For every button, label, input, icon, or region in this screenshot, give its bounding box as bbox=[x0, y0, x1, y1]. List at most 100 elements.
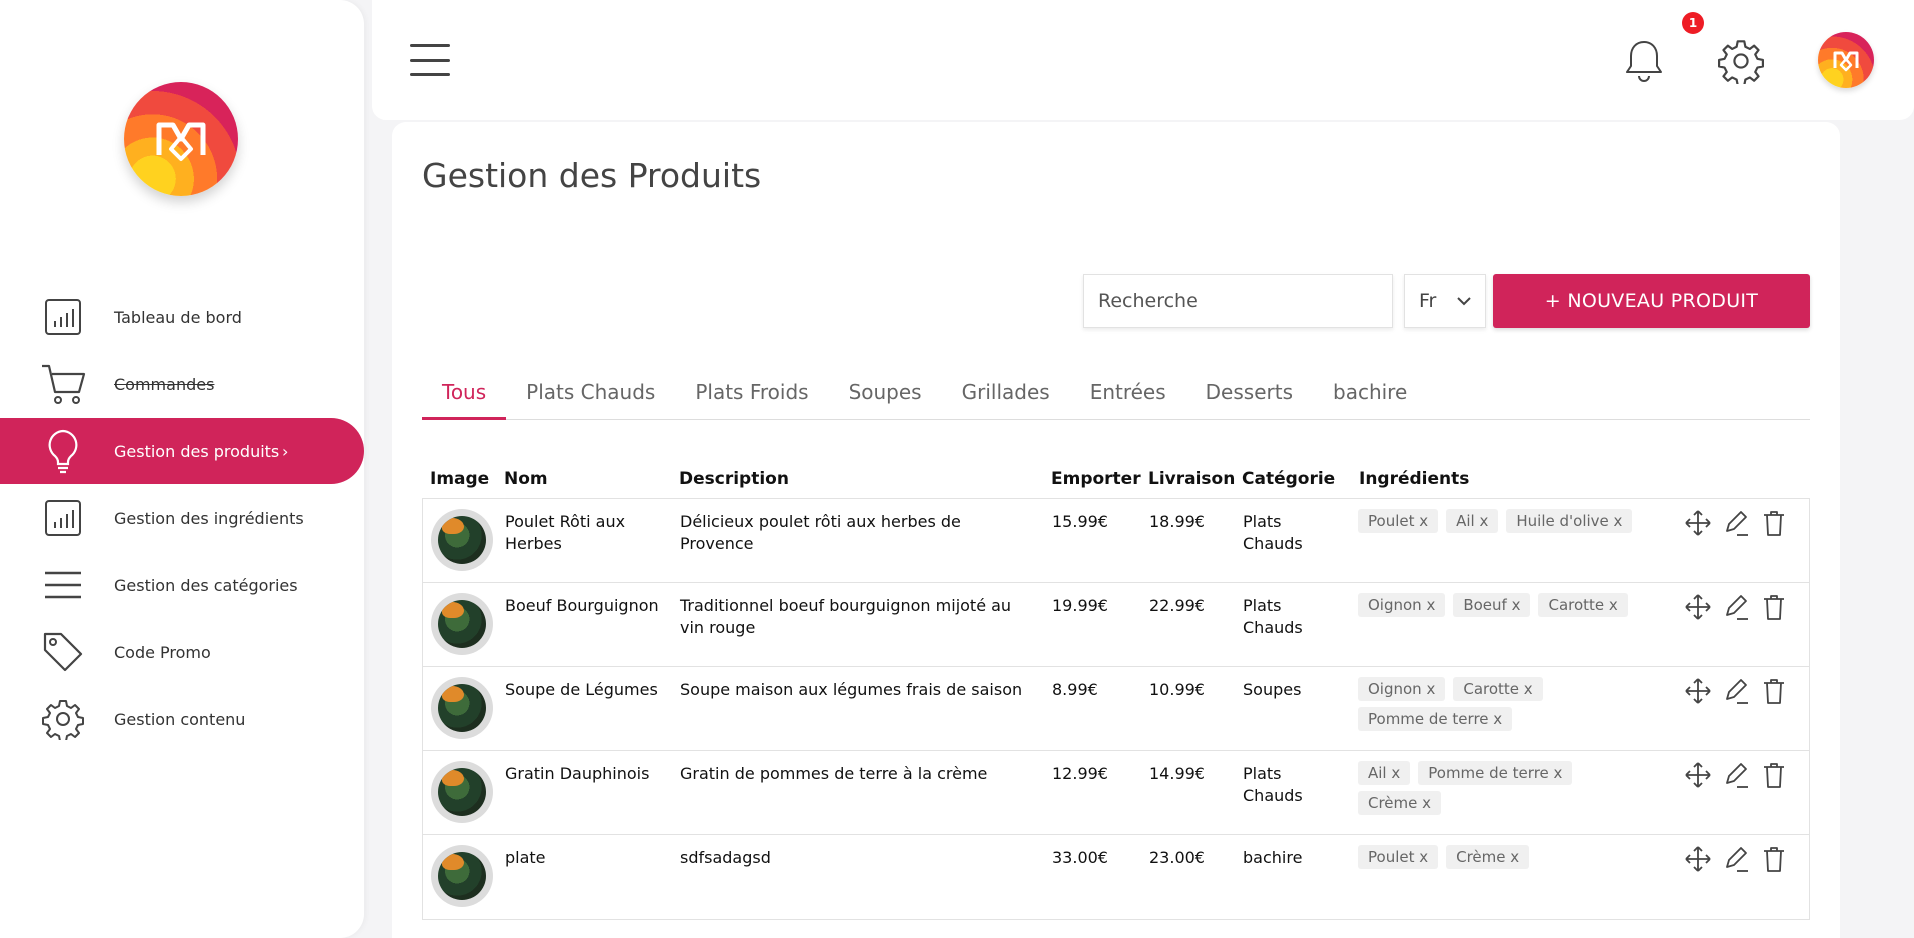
price-emporter: 8.99€ bbox=[1052, 680, 1098, 699]
product-description: Gratin de pommes de terre à la crème bbox=[680, 764, 988, 783]
delete-icon[interactable] bbox=[1761, 845, 1787, 873]
sidebar-item-gestion-des-categories[interactable]: Gestion des catégories bbox=[0, 552, 364, 618]
sidebar-item-gestion-des-produits[interactable]: Gestion des produits › bbox=[0, 418, 364, 484]
bar-chart-icon bbox=[40, 495, 86, 541]
ingredient-chip[interactable]: Crème x bbox=[1358, 791, 1442, 815]
header-description: Description bbox=[679, 469, 789, 489]
delete-icon[interactable] bbox=[1761, 593, 1787, 621]
row-actions bbox=[1685, 761, 1787, 789]
table-body: Poulet Rôti aux Herbes Délicieux poulet … bbox=[422, 498, 1810, 920]
move-icon[interactable] bbox=[1685, 845, 1711, 873]
new-product-button[interactable]: + NOUVEAU PRODUIT bbox=[1493, 274, 1810, 328]
ingredient-chip[interactable]: Pomme de terre x bbox=[1358, 707, 1513, 731]
header-image: Image bbox=[430, 469, 490, 489]
price-emporter: 12.99€ bbox=[1052, 764, 1108, 783]
tab-plats-chauds[interactable]: Plats Chauds bbox=[506, 374, 675, 420]
cart-icon bbox=[40, 361, 86, 407]
ingredient-chip[interactable]: Ail x bbox=[1358, 761, 1411, 785]
ingredient-chip[interactable]: Carotte x bbox=[1538, 593, 1628, 617]
ingredient-chip[interactable]: Oignon x bbox=[1358, 593, 1446, 617]
sidebar: Tableau de bord Commandes Gestion des pr… bbox=[0, 0, 364, 938]
tab-bachire[interactable]: bachire bbox=[1313, 374, 1427, 420]
tab-soupes[interactable]: Soupes bbox=[829, 374, 942, 420]
ingredient-chips: Ail x Pomme de terre x Crème x bbox=[1358, 761, 1658, 815]
settings-gear-icon[interactable] bbox=[1718, 38, 1764, 84]
sidebar-item-gestion-contenu[interactable]: Gestion contenu bbox=[0, 686, 364, 752]
move-icon[interactable] bbox=[1685, 593, 1711, 621]
edit-icon[interactable] bbox=[1723, 509, 1749, 537]
price-emporter: 19.99€ bbox=[1052, 596, 1108, 615]
price-livraison: 14.99€ bbox=[1149, 764, 1205, 783]
table-row: Poulet Rôti aux Herbes Délicieux poulet … bbox=[423, 499, 1809, 583]
ingredient-chip[interactable]: Crème x bbox=[1446, 845, 1530, 869]
delete-icon[interactable] bbox=[1761, 677, 1787, 705]
header-ingredients: Ingrédients bbox=[1359, 469, 1470, 489]
table-row: plate sdfsadagsd 33.00€ 23.00€ bachire P… bbox=[423, 835, 1809, 919]
tab-grillades[interactable]: Grillades bbox=[942, 374, 1070, 420]
ingredient-chip[interactable]: Carotte x bbox=[1453, 677, 1543, 701]
sidebar-item-label: Tableau de bord bbox=[114, 307, 242, 327]
language-select[interactable]: Fr bbox=[1404, 274, 1486, 328]
sidebar-item-code-promo[interactable]: Code Promo bbox=[0, 619, 364, 685]
edit-icon[interactable] bbox=[1723, 845, 1749, 873]
language-value: Fr bbox=[1419, 290, 1437, 312]
topbar: 1 bbox=[372, 0, 1914, 120]
price-livraison: 18.99€ bbox=[1149, 512, 1205, 531]
product-category: Soupes bbox=[1243, 680, 1302, 699]
edit-icon[interactable] bbox=[1723, 593, 1749, 621]
product-description: Traditionnel boeuf bourguignon mijoté au… bbox=[680, 596, 1012, 637]
product-category: Plats Chauds bbox=[1243, 596, 1303, 637]
product-image bbox=[431, 509, 493, 571]
sidebar-item-gestion-des-ingredients[interactable]: Gestion des ingrédients bbox=[0, 485, 364, 551]
price-livraison: 23.00€ bbox=[1149, 848, 1205, 867]
price-emporter: 15.99€ bbox=[1052, 512, 1108, 531]
move-icon[interactable] bbox=[1685, 509, 1711, 537]
edit-icon[interactable] bbox=[1723, 761, 1749, 789]
delete-icon[interactable] bbox=[1761, 509, 1787, 537]
header-categorie: Catégorie bbox=[1242, 469, 1336, 489]
ingredient-chip[interactable]: Oignon x bbox=[1358, 677, 1446, 701]
header-emporter: Emporter bbox=[1051, 469, 1141, 489]
sidebar-item-tableau-de-bord[interactable]: Tableau de bord bbox=[0, 284, 364, 350]
price-livraison: 10.99€ bbox=[1149, 680, 1205, 699]
ingredient-chip[interactable]: Boeuf x bbox=[1453, 593, 1531, 617]
move-icon[interactable] bbox=[1685, 677, 1711, 705]
menu-lines-icon bbox=[40, 562, 86, 608]
table-row: Soupe de Légumes Soupe maison aux légume… bbox=[423, 667, 1809, 751]
sidebar-item-label: Gestion contenu bbox=[114, 709, 246, 729]
sidebar-item-commandes[interactable]: Commandes bbox=[0, 351, 364, 417]
ingredient-chip[interactable]: Poulet x bbox=[1358, 845, 1439, 869]
tag-icon bbox=[40, 629, 86, 675]
ingredient-chips: Poulet x Ail x Huile d'olive x bbox=[1358, 509, 1658, 533]
ingredient-chip[interactable]: Pomme de terre x bbox=[1418, 761, 1573, 785]
chevron-right-icon: › bbox=[282, 441, 289, 461]
ingredient-chip[interactable]: Huile d'olive x bbox=[1506, 509, 1633, 533]
search-input[interactable]: Recherche bbox=[1083, 274, 1393, 328]
menu-toggle-icon[interactable] bbox=[410, 44, 450, 76]
edit-icon[interactable] bbox=[1723, 677, 1749, 705]
logo-mark-icon bbox=[156, 122, 206, 161]
delete-icon[interactable] bbox=[1761, 761, 1787, 789]
table-row: Boeuf Bourguignon Traditionnel boeuf bou… bbox=[423, 583, 1809, 667]
ingredient-chips: Oignon x Boeuf x Carotte x bbox=[1358, 593, 1658, 617]
sidebar-item-label: Gestion des ingrédients bbox=[114, 508, 304, 528]
bell-icon[interactable] bbox=[1622, 38, 1666, 84]
table-header: Image Nom Description Emporter Livraison… bbox=[422, 460, 1810, 498]
table-row: Gratin Dauphinois Gratin de pommes de te… bbox=[423, 751, 1809, 835]
tab-entrees[interactable]: Entrées bbox=[1070, 374, 1186, 420]
tab-plats-froids[interactable]: Plats Froids bbox=[675, 374, 828, 420]
sidebar-item-label: Commandes bbox=[114, 374, 215, 394]
row-actions bbox=[1685, 845, 1787, 873]
product-name: Boeuf Bourguignon bbox=[505, 596, 659, 615]
page-title: Gestion des Produits bbox=[422, 156, 762, 195]
ingredient-chip[interactable]: Ail x bbox=[1446, 509, 1499, 533]
tab-tous[interactable]: Tous bbox=[422, 374, 507, 420]
user-avatar[interactable] bbox=[1818, 32, 1874, 88]
product-category: Plats Chauds bbox=[1243, 764, 1303, 805]
move-icon[interactable] bbox=[1685, 761, 1711, 789]
brand-logo[interactable] bbox=[124, 82, 238, 196]
tab-desserts[interactable]: Desserts bbox=[1186, 374, 1313, 420]
ingredient-chip[interactable]: Poulet x bbox=[1358, 509, 1439, 533]
sidebar-item-label: Code Promo bbox=[114, 642, 211, 662]
price-emporter: 33.00€ bbox=[1052, 848, 1108, 867]
